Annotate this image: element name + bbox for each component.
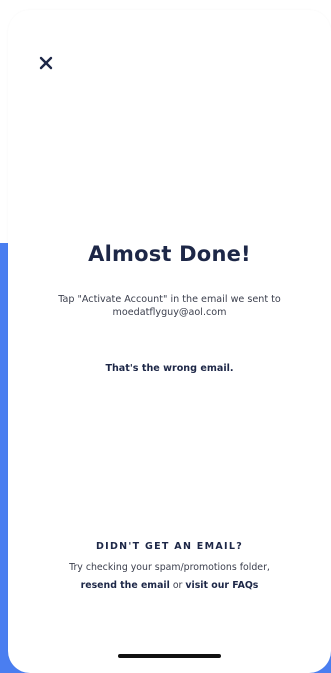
close-icon bbox=[39, 56, 53, 70]
page-title: Almost Done! bbox=[88, 242, 251, 266]
help-links-row: resend the email or visit our FAQs bbox=[8, 580, 331, 591]
email-address: moedatflyguy@aol.com bbox=[112, 307, 227, 318]
didnt-get-email-heading: DIDN'T GET AN EMAIL? bbox=[95, 541, 244, 552]
resend-email-link[interactable]: resend the email bbox=[81, 580, 170, 591]
faq-link[interactable]: visit our FAQs bbox=[185, 580, 258, 591]
instruction-text: Tap "Activate Account" in the email we s… bbox=[58, 294, 281, 305]
spam-hint-text: Try checking your spam/promotions folder… bbox=[69, 562, 270, 573]
or-text: or bbox=[172, 580, 183, 591]
wrong-email-link[interactable]: That's the wrong email. bbox=[8, 363, 331, 374]
screen: Almost Done! Tap "Activate Account" in t… bbox=[0, 0, 331, 673]
activation-sheet: Almost Done! Tap "Activate Account" in t… bbox=[8, 10, 331, 673]
home-indicator bbox=[118, 654, 221, 658]
close-button[interactable] bbox=[33, 50, 59, 76]
